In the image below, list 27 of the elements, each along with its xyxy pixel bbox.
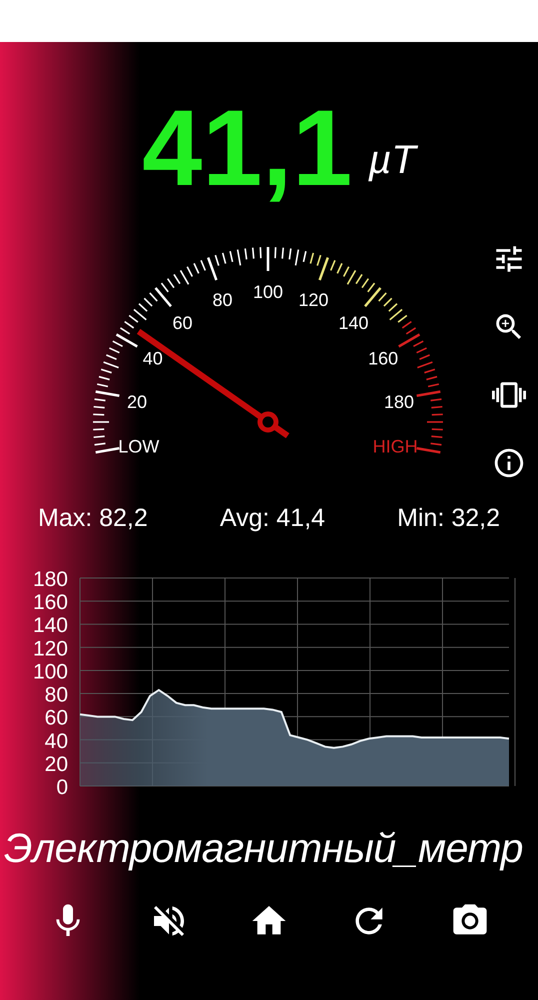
axis-label: 60 [44,706,68,730]
scale-label: 60 [172,313,193,334]
scale-label: 120 [298,290,328,310]
axis-label: 0 [56,776,68,798]
stat-label: Min: 32,2 [397,503,500,534]
stat-label: Avg: 41,4 [220,503,326,534]
unit-label: µT [368,140,416,180]
axis-label: 80 [44,683,68,706]
scale-label: 100 [252,282,284,302]
scale-label: 180 [384,392,414,412]
axis-label: 140 [32,614,68,637]
axis-label: 20 [44,752,68,776]
scale-label: 140 [338,313,369,334]
high-label: HIGH [372,436,418,457]
axis-label: 120 [32,636,68,660]
info-icon[interactable] [492,446,526,480]
field-reading: 41,1 [142,94,352,202]
scale-label: 160 [368,348,398,368]
axis-label: 40 [44,729,68,752]
axis-label: 100 [32,660,68,683]
axis-label: 180 [32,568,68,590]
scale-label: 20 [127,392,148,412]
low-label: LOW [118,436,160,457]
stat-label: Max: 82,2 [38,503,148,534]
axis-label: 160 [32,590,68,614]
scale-label: 80 [212,290,233,310]
scale-label: 40 [142,348,163,368]
